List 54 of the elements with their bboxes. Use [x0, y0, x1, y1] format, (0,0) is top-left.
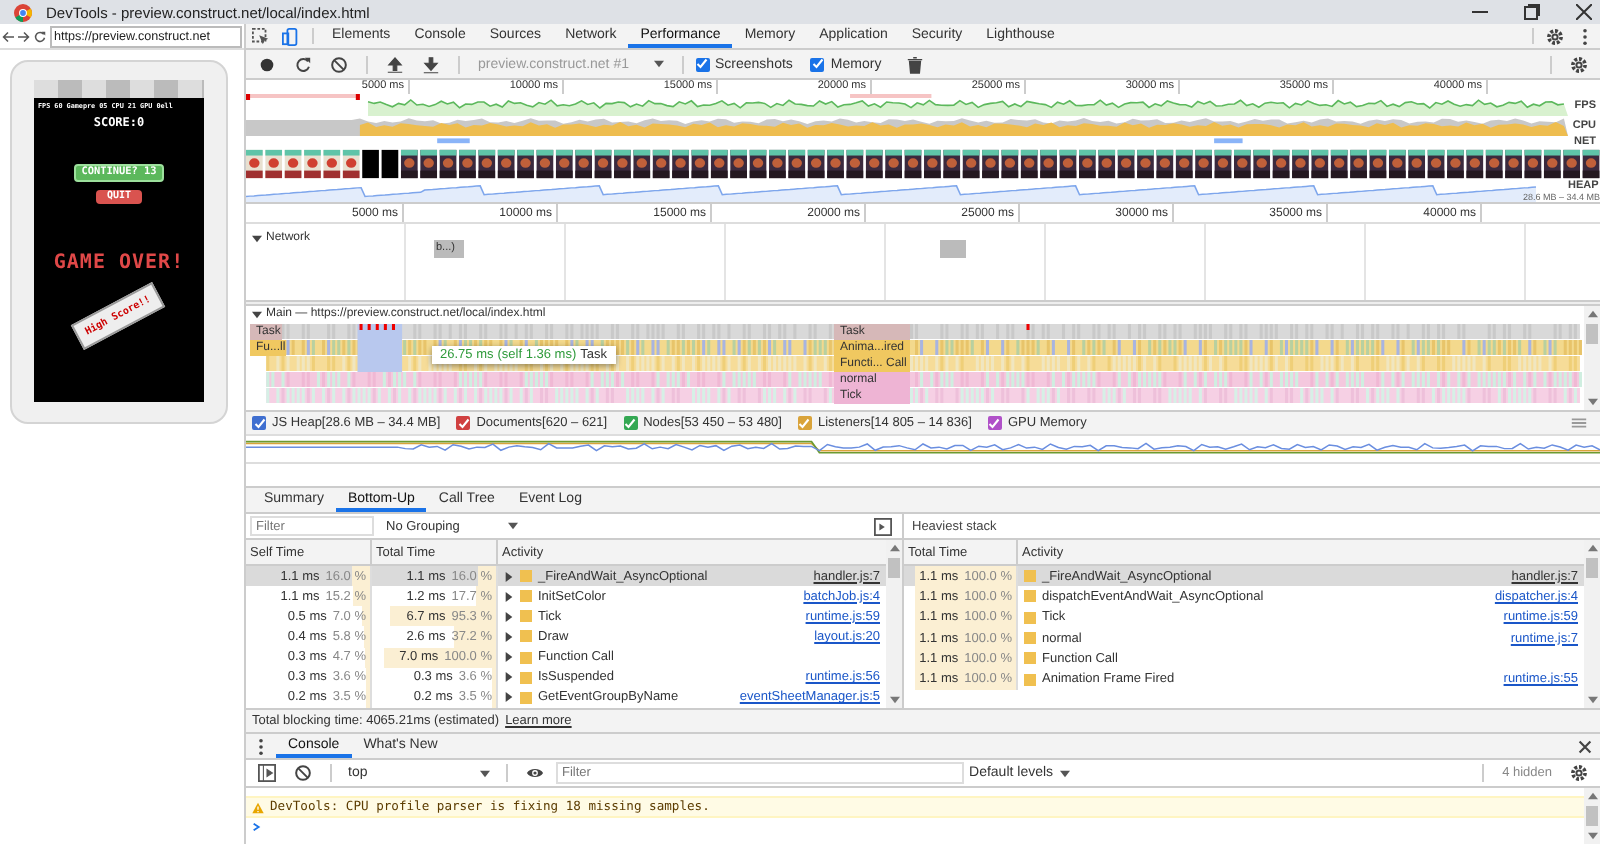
expand-icon[interactable] [252, 233, 262, 243]
reload-icon[interactable] [294, 55, 312, 73]
sidebar-toggle-icon[interactable] [874, 517, 892, 535]
download-icon[interactable] [422, 55, 440, 73]
clear-icon[interactable] [330, 55, 348, 73]
device-toolbar-icon[interactable] [282, 27, 300, 45]
drag-handle-icon[interactable] [1570, 414, 1588, 432]
long-task-marks [359, 323, 395, 330]
scroll-up-icon[interactable] [889, 544, 899, 552]
record-icon[interactable] [258, 55, 276, 73]
prompt-icon[interactable] [252, 822, 262, 832]
forward-icon[interactable] [18, 29, 30, 43]
scroll-up-icon[interactable] [1587, 544, 1597, 552]
flame-block[interactable] [357, 323, 403, 372]
reload-icon[interactable] [34, 29, 46, 43]
checkbox[interactable] [987, 416, 1002, 430]
game-over-title: GAME OVER! [53, 252, 185, 275]
close-icon[interactable] [1576, 737, 1594, 755]
scroll-down-icon[interactable] [1587, 696, 1597, 704]
caret-icon [508, 522, 518, 530]
scroll-down-icon[interactable] [1587, 832, 1597, 840]
caret-icon [480, 769, 490, 777]
eye-icon[interactable] [526, 764, 544, 782]
scroll-thumb[interactable] [1586, 324, 1598, 344]
upload-icon[interactable] [386, 55, 404, 73]
scroll-up-icon[interactable] [1587, 792, 1597, 800]
scroll-down-icon[interactable] [889, 696, 899, 704]
scrollbar[interactable] [1584, 306, 1600, 410]
checkbox[interactable] [456, 416, 471, 430]
back-icon[interactable] [2, 29, 14, 43]
maximize-icon[interactable] [1524, 4, 1540, 20]
scroll-thumb[interactable] [1586, 558, 1598, 578]
scroll-down-icon[interactable] [1587, 398, 1597, 406]
scroll-thumb[interactable] [888, 558, 900, 578]
caret-icon [1059, 769, 1070, 777]
scroll-up-icon[interactable] [1587, 310, 1597, 318]
inspect-icon[interactable] [252, 27, 270, 45]
checkbox[interactable] [695, 57, 709, 71]
checkbox[interactable] [797, 416, 812, 430]
scroll-thumb[interactable] [1586, 806, 1598, 826]
close-icon[interactable] [1576, 4, 1592, 20]
scrollbar[interactable] [886, 540, 902, 708]
caret-icon [653, 60, 663, 68]
checkbox[interactable] [623, 416, 638, 430]
settings-icon[interactable] [1570, 764, 1589, 782]
trash-icon[interactable] [905, 55, 924, 73]
expand-icon[interactable] [252, 309, 262, 320]
checkbox[interactable] [252, 416, 266, 430]
scrollbar[interactable] [1584, 788, 1600, 844]
scrollbar[interactable] [1584, 540, 1600, 708]
sidebar-toggle-icon[interactable] [258, 764, 276, 782]
clear-icon[interactable] [294, 764, 312, 782]
warning-icon [252, 801, 264, 813]
checkbox[interactable] [810, 57, 825, 71]
